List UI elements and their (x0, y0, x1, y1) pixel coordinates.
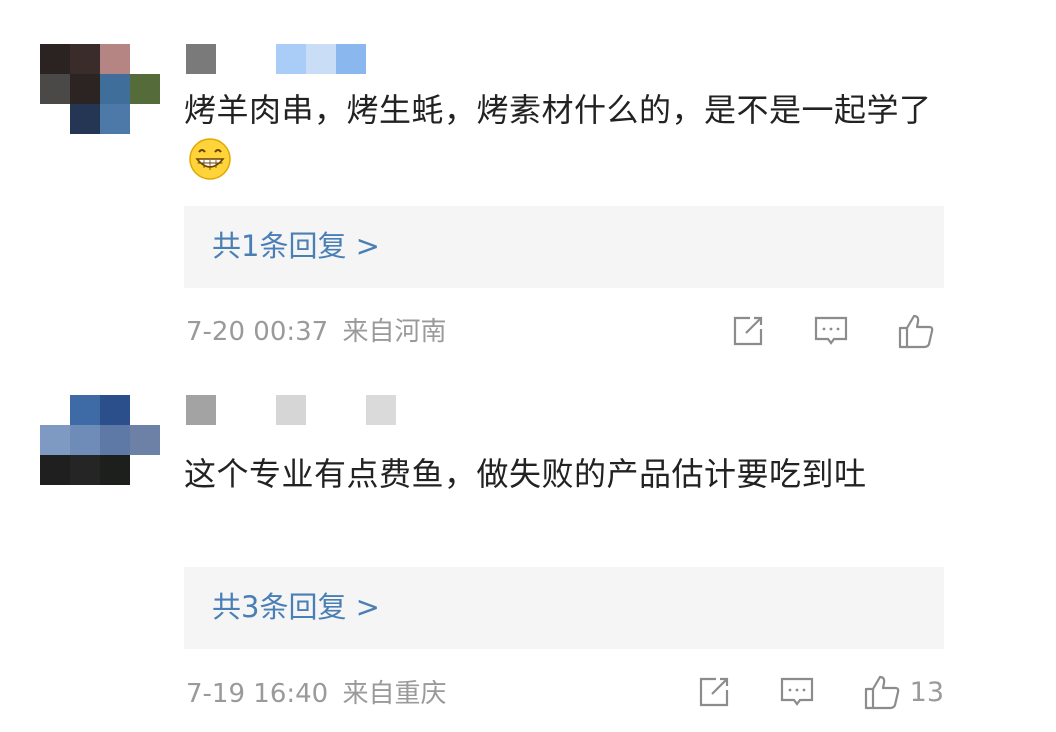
comment-date: 7-20 00:37 (186, 317, 329, 347)
replies-box[interactable]: 共1条回复 > (184, 206, 944, 288)
share-icon (699, 677, 728, 707)
comment-text: 这个专业有点费鱼，做失败的产品估计要吃到吐 (184, 448, 954, 500)
comment-meta: 7-20 00:37 来自河南 (186, 314, 446, 350)
comment-item: 这个专业有点费鱼，做失败的产品估计要吃到吐 共3条回复 > 7-19 16:40… (0, 366, 1056, 732)
comment-meta: 7-19 16:40 来自重庆 (186, 676, 446, 712)
like-count: 13 (909, 676, 944, 708)
avatar[interactable] (40, 44, 160, 134)
share-icon (733, 316, 763, 346)
like-button[interactable] (896, 312, 944, 350)
comment-icon (814, 316, 848, 345)
comment-button[interactable] (778, 673, 816, 711)
replies-link[interactable]: 共3条回复 > (212, 587, 380, 627)
like-button[interactable]: 13 (862, 673, 944, 711)
thumbs-up-icon (898, 314, 934, 349)
replies-box[interactable]: 共3条回复 > (184, 567, 944, 649)
comment-text-content: 烤羊肉串，烤生蚝，烤素材什么的，是不是一起学了 (184, 91, 932, 129)
avatar[interactable] (40, 395, 160, 485)
comment-date: 7-19 16:40 (186, 679, 329, 709)
grinning-face-emoji-icon (189, 138, 231, 180)
thumbs-up-icon (864, 675, 899, 710)
share-button[interactable] (696, 674, 732, 710)
comment-location: 来自河南 (342, 317, 447, 347)
comment-actions: 13 (650, 673, 944, 711)
comment-button[interactable] (812, 312, 850, 350)
username[interactable] (186, 395, 396, 425)
comment-icon (780, 677, 813, 706)
comment-actions (684, 312, 944, 350)
replies-link[interactable]: 共1条回复 > (212, 226, 380, 266)
comment-text: 烤羊肉串，烤生蚝，烤素材什么的，是不是一起学了 (184, 84, 954, 188)
comment-location: 来自重庆 (342, 679, 447, 709)
comment-item: 烤羊肉串，烤生蚝，烤素材什么的，是不是一起学了 共1条回复 > 7-20 00:… (0, 0, 1056, 366)
username[interactable] (186, 44, 366, 74)
share-button[interactable] (730, 313, 766, 349)
comment-text-content: 这个专业有点费鱼，做失败的产品估计要吃到吐 (184, 455, 867, 493)
